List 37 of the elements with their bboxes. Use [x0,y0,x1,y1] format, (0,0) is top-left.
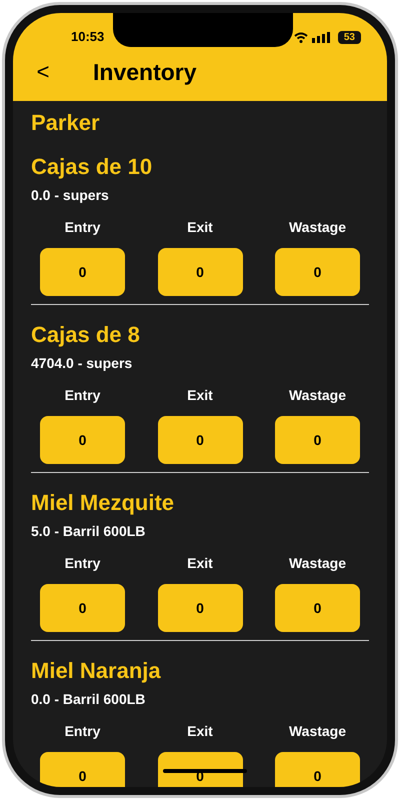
field-label: Wastage [288,218,346,236]
field-label: Wastage [288,386,346,404]
quantity-input[interactable]: 0 [40,248,125,296]
product-name: Cajas de 8 [31,321,141,349]
stock-text: 4704.0 - supers [31,354,134,373]
quantity-input[interactable]: 0 [158,584,242,632]
field-label: Entry [64,722,100,740]
stock-text: 0.0 - supers [31,186,110,205]
field-label: Entry [64,218,100,236]
wifi-icon [294,32,308,42]
field-label: Exit [187,218,213,236]
field-label: Wastage [288,554,346,572]
quantity-input[interactable]: 0 [275,248,360,296]
battery-indicator: 53 [338,30,361,44]
product-name: Miel Naranja [31,657,162,685]
quantity-input[interactable]: 0 [40,416,125,464]
group-title: Parker [31,109,101,137]
field-label: Exit [187,554,213,572]
product-name: Cajas de 10 [31,153,154,181]
quantity-input[interactable]: 0 [275,752,360,787]
field-label: Exit [187,722,213,740]
stock-text: 0.0 - Barril 600LB [31,690,146,709]
product-name: Miel Mezquite [31,489,176,517]
screen-title: Inventory [93,58,197,87]
quantity-input[interactable]: 0 [158,248,242,296]
status-time: 10:53 [71,28,104,46]
quantity-input[interactable]: 0 [40,752,125,787]
quantity-input[interactable]: 0 [275,416,360,464]
field-label: Entry [64,554,100,572]
field-label: Entry [64,386,100,404]
stock-text: 5.0 - Barril 600LB [31,522,146,541]
quantity-input[interactable]: 0 [40,584,125,632]
field-label: Wastage [288,722,346,740]
quantity-input[interactable]: 0 [275,584,360,632]
field-label: Exit [187,386,213,404]
back-button[interactable]: < [33,61,53,84]
quantity-input[interactable]: 0 [158,416,242,464]
